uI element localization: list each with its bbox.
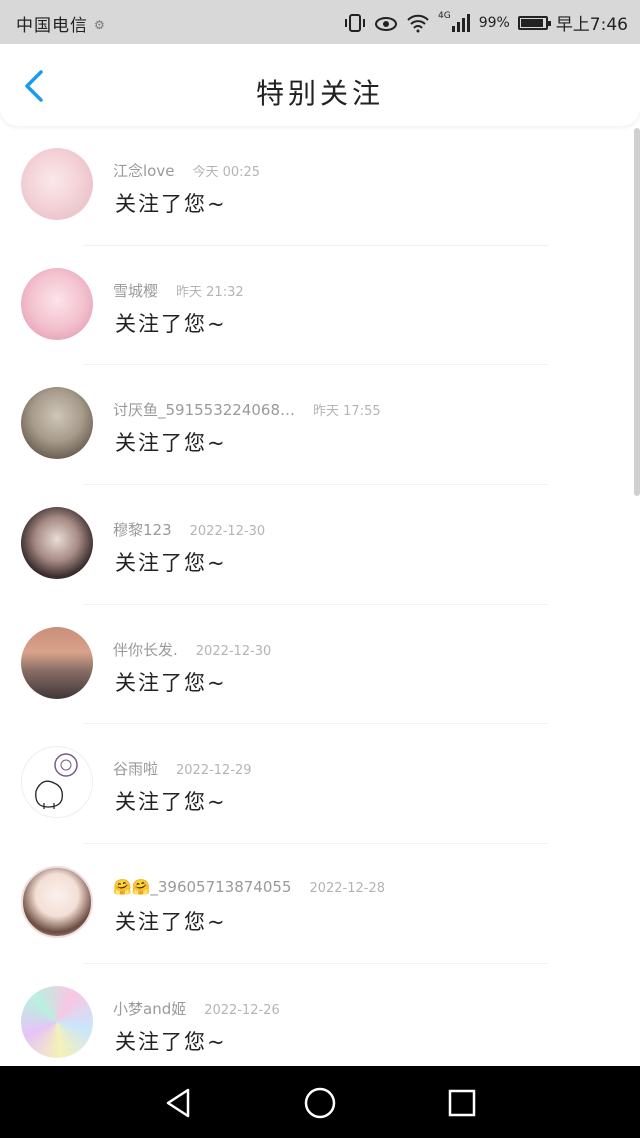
avatar [21, 387, 93, 460]
timestamp: 今天 00:25 [192, 165, 261, 180]
clock: 早上7:46 [555, 15, 628, 35]
list-item[interactable]: 雪城樱 昨天 21:32 关注了您~ [0, 246, 640, 366]
eye-icon [374, 14, 398, 32]
scrollbar[interactable] [634, 128, 640, 496]
username[interactable]: 雪城樱 [113, 282, 158, 300]
timestamp: 2022-12-30 [195, 643, 272, 659]
vibrate-icon [344, 13, 366, 33]
timestamp: 昨天 17:55 [313, 404, 381, 420]
carrier-label: 中国电信 ⚙ [16, 16, 106, 36]
wifi-icon [406, 13, 430, 33]
list-item[interactable]: 谷雨啦 2022-12-29 关注了您~ [0, 724, 640, 845]
battery-icon [517, 15, 551, 30]
username[interactable]: 🤗🤗_39605713874055 [113, 878, 291, 896]
status-bar: 中国电信 ⚙ 4G 99% 早上7:46 [0, 0, 640, 44]
timestamp: 2022-12-28 [309, 881, 386, 897]
avatar [21, 866, 93, 939]
avatar [21, 267, 93, 340]
nav-home-button[interactable] [303, 1086, 337, 1120]
list-item[interactable]: 讨厌鱼_591553224068… 昨天 17:55 关注了您~ [0, 365, 640, 486]
message-text: 关注了您~ [115, 431, 227, 456]
system-navigation-bar [0, 1066, 640, 1138]
username[interactable]: 穆黎123 [113, 521, 172, 539]
timestamp: 2022-12-30 [189, 524, 266, 540]
sketch-avatar-image [35, 753, 78, 810]
timestamp: 2022-12-29 [176, 763, 252, 779]
message-text: 关注了您~ [115, 311, 227, 336]
avatar [21, 985, 93, 1058]
list-item[interactable]: 🤗🤗_39605713874055 2022-12-28 关注了您~ [0, 844, 640, 964]
nav-back-button[interactable] [161, 1086, 195, 1120]
message-text: 关注了您~ [115, 790, 227, 815]
avatar [21, 148, 93, 220]
message-text: 关注了您~ [115, 192, 227, 216]
battery-percent: 99% [478, 14, 510, 31]
avatar [21, 626, 93, 699]
message-text: 关注了您~ [115, 670, 227, 695]
list-item[interactable]: 伴你长发. 2022-12-30 关注了您~ [0, 605, 640, 725]
username[interactable]: 小梦and姬 [113, 1000, 186, 1018]
timestamp: 昨天 21:32 [176, 284, 244, 300]
list-item[interactable]: 江念love 今天 00:25 关注了您~ [0, 126, 640, 246]
signal-icon: 4G [438, 11, 471, 32]
username[interactable]: 讨厌鱼_591553224068… [113, 401, 295, 419]
avatar [21, 507, 93, 580]
nav-recents-button[interactable] [445, 1086, 479, 1120]
message-text: 关注了您~ [115, 1029, 227, 1054]
sim-icon: ⚙ [94, 18, 106, 32]
circle-home-icon [304, 1087, 336, 1119]
list-item[interactable]: 穆黎123 2022-12-30 关注了您~ [0, 485, 640, 605]
page-title: 特别关注 [255, 77, 384, 110]
status-icons: 4G 99% 早上7:46 [344, 10, 628, 35]
follow-list: 江念love 今天 00:25 关注了您~ 雪城樱 昨天 21:32 关注了您~ 讨… [0, 126, 640, 1084]
username[interactable]: 谷雨啦 [113, 760, 158, 778]
square-recents-icon [448, 1089, 476, 1117]
message-text: 关注了您~ [115, 551, 227, 576]
timestamp: 2022-12-26 [204, 1002, 280, 1018]
username[interactable]: 江念love [113, 162, 174, 180]
app-header: 特别关注 [0, 44, 640, 126]
avatar [21, 746, 93, 819]
message-text: 关注了您~ [115, 910, 227, 935]
username[interactable]: 伴你长发. [113, 641, 178, 659]
triangle-back-icon [166, 1088, 190, 1118]
